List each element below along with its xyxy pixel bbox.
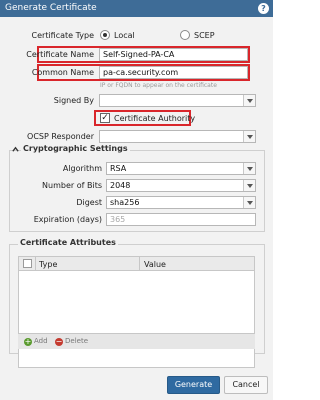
- digest-value: sha256: [110, 198, 140, 207]
- generate-button[interactable]: Generate: [167, 376, 220, 394]
- certificate-authority-checkbox[interactable]: ✓: [100, 113, 110, 123]
- column-value[interactable]: Value: [144, 260, 166, 269]
- cryptographic-settings-heading: Cryptographic Settings: [21, 144, 130, 153]
- algorithm-chevron-down-icon[interactable]: [243, 163, 255, 174]
- local-radio-label: Local: [114, 31, 135, 40]
- expiration-input[interactable]: 365: [106, 213, 256, 226]
- attributes-toolbar: + Add − Delete: [18, 333, 255, 349]
- collapse-icon[interactable]: [12, 146, 19, 153]
- attributes-table: Type Value: [18, 256, 255, 368]
- plus-icon: +: [24, 337, 32, 346]
- certificate-name-input[interactable]: Self-Signed-PA-CA: [99, 48, 248, 61]
- digest-chevron-down-icon[interactable]: [243, 197, 255, 208]
- common-name-label: Common Name: [31, 68, 94, 77]
- ocsp-responder-chevron-down-icon[interactable]: [243, 131, 255, 142]
- local-radio[interactable]: [100, 30, 110, 40]
- attributes-table-header: Type Value: [19, 257, 254, 271]
- cancel-button[interactable]: Cancel: [224, 376, 268, 394]
- algorithm-select[interactable]: RSA: [106, 162, 256, 175]
- generate-certificate-dialog: Generate Certificate ? Certificate Type …: [0, 0, 273, 400]
- algorithm-label: Algorithm: [62, 164, 102, 173]
- select-all-checkbox[interactable]: [23, 259, 32, 268]
- scep-radio[interactable]: [180, 30, 190, 40]
- certificate-name-label: Certificate Name: [26, 50, 94, 59]
- digest-select[interactable]: sha256: [106, 196, 256, 209]
- number-of-bits-value: 2048: [110, 181, 131, 190]
- column-divider: [35, 257, 36, 271]
- add-button[interactable]: + Add: [24, 337, 48, 346]
- column-divider: [139, 257, 140, 271]
- certificate-type-label: Certificate Type: [31, 31, 94, 40]
- signed-by-select[interactable]: [99, 94, 256, 107]
- ocsp-responder-label: OCSP Responder: [27, 132, 94, 141]
- column-type[interactable]: Type: [39, 260, 57, 269]
- algorithm-value: RSA: [110, 164, 127, 173]
- common-name-input[interactable]: pa-ca.security.com: [99, 66, 248, 79]
- number-of-bits-chevron-down-icon[interactable]: [243, 180, 255, 191]
- ocsp-responder-select[interactable]: [99, 130, 256, 143]
- dialog-titlebar: Generate Certificate ?: [0, 0, 273, 17]
- common-name-hint: IP or FQDN to appear on the certificate: [100, 82, 217, 89]
- dialog-title: Generate Certificate: [5, 3, 97, 13]
- certificate-authority-label: Certificate Authority: [114, 114, 196, 123]
- number-of-bits-label: Number of Bits: [42, 181, 102, 190]
- digest-label: Digest: [76, 198, 102, 207]
- delete-button-label: Delete: [65, 337, 88, 345]
- expiration-label: Expiration (days): [33, 215, 102, 224]
- signed-by-chevron-down-icon[interactable]: [243, 95, 255, 106]
- minus-icon: −: [55, 337, 63, 346]
- add-button-label: Add: [34, 337, 48, 345]
- scep-radio-label: SCEP: [194, 31, 215, 40]
- number-of-bits-select[interactable]: 2048: [106, 179, 256, 192]
- help-icon[interactable]: ?: [258, 3, 269, 14]
- signed-by-label: Signed By: [53, 96, 94, 105]
- certificate-attributes-heading: Certificate Attributes: [18, 238, 118, 247]
- delete-button[interactable]: − Delete: [55, 337, 88, 346]
